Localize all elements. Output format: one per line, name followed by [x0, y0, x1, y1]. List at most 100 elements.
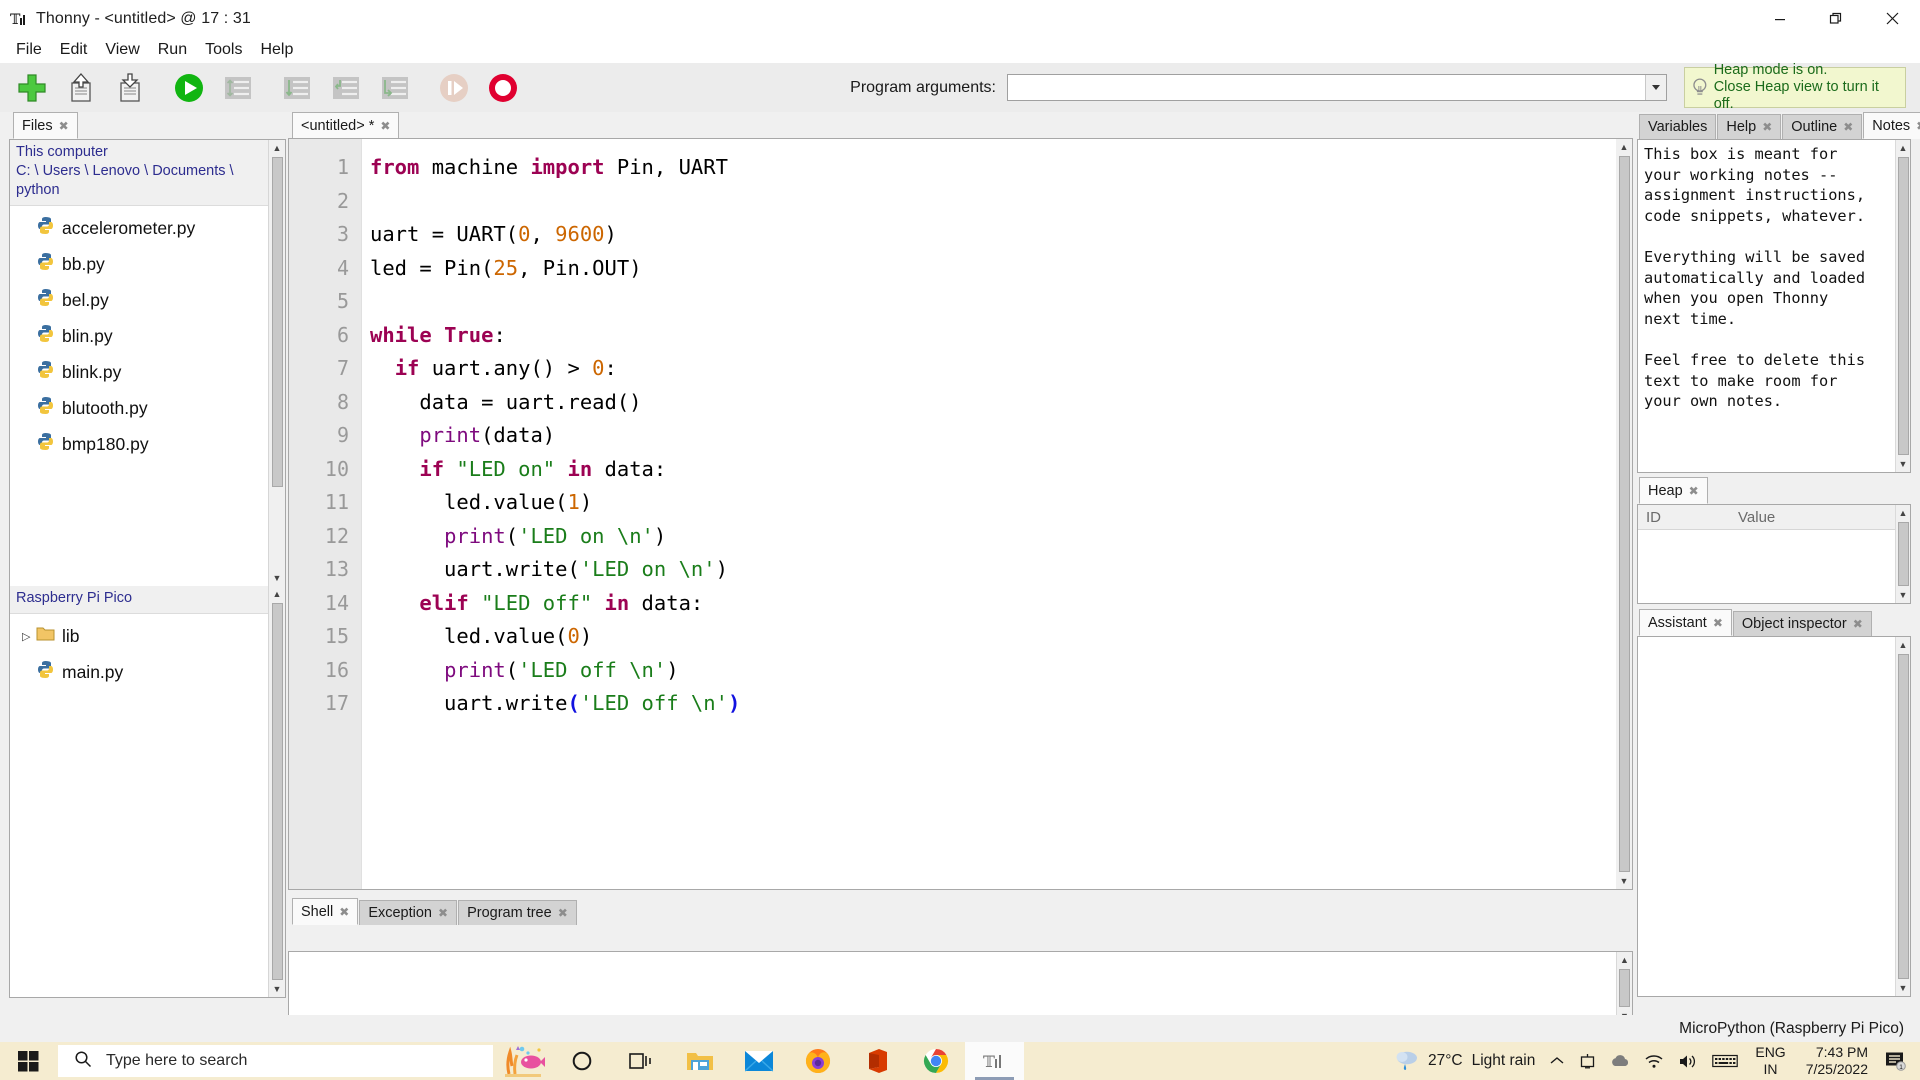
cloud-icon[interactable]: [1603, 1042, 1637, 1080]
scroll-up-icon[interactable]: ▲: [1895, 505, 1911, 521]
scroll-up-icon[interactable]: ▲: [269, 586, 286, 602]
tab-heap[interactable]: Heap ✖: [1639, 477, 1708, 504]
program-arguments-combobox[interactable]: [1007, 74, 1667, 101]
mail-icon[interactable]: [729, 1042, 788, 1080]
chrome-icon[interactable]: [906, 1042, 965, 1080]
step-into-button[interactable]: [326, 68, 366, 108]
shell-scrollbar[interactable]: ▲ ▼: [1616, 952, 1632, 1024]
code-editor[interactable]: 1 2 3 4 5 6 7 8 9 10 11 12 13 14 15 16 1: [288, 138, 1633, 890]
office-icon[interactable]: [847, 1042, 906, 1080]
file-explorer-icon[interactable]: [670, 1042, 729, 1080]
close-icon[interactable]: ✖: [339, 905, 349, 919]
thonny-taskbar-icon[interactable]: 𝕋: [965, 1042, 1024, 1080]
stop-button[interactable]: [483, 68, 523, 108]
tab-assistant[interactable]: Assistant ✖: [1639, 609, 1732, 636]
menu-view[interactable]: View: [96, 39, 148, 61]
list-item[interactable]: blin.py: [10, 318, 285, 354]
close-icon[interactable]: ✖: [59, 119, 69, 133]
tab-notes[interactable]: Notes ✖: [1863, 112, 1920, 139]
scroll-up-icon[interactable]: ▲: [1616, 139, 1633, 155]
maximize-button[interactable]: [1808, 0, 1864, 37]
scroll-down-icon[interactable]: ▼: [1895, 456, 1911, 472]
interpreter-status[interactable]: MicroPython (Raspberry Pi Pico): [1679, 1020, 1904, 1038]
chevron-right-icon[interactable]: ▷: [22, 630, 36, 643]
volume-icon[interactable]: [1671, 1042, 1705, 1080]
scroll-down-icon[interactable]: ▼: [269, 981, 286, 997]
list-item[interactable]: main.py: [10, 654, 285, 690]
tab-program-tree[interactable]: Program tree ✖: [458, 900, 577, 925]
menu-run[interactable]: Run: [149, 39, 196, 61]
list-item[interactable]: bb.py: [10, 246, 285, 282]
menu-file[interactable]: File: [7, 39, 51, 61]
scroll-down-icon[interactable]: ▼: [1895, 980, 1911, 996]
debug-button[interactable]: [218, 68, 258, 108]
notes-text[interactable]: This box is meant for your working notes…: [1638, 140, 1910, 416]
scroll-up-icon[interactable]: ▲: [1616, 952, 1633, 968]
tab-untitled[interactable]: <untitled> * ✖: [292, 112, 400, 139]
step-out-button[interactable]: [375, 68, 415, 108]
chevron-up-icon[interactable]: [1542, 1042, 1572, 1080]
tab-outline[interactable]: Outline ✖: [1782, 114, 1863, 139]
scroll-down-icon[interactable]: ▼: [269, 570, 286, 586]
scrollbar-thumb[interactable]: [1618, 156, 1630, 872]
menu-help[interactable]: Help: [251, 39, 302, 61]
new-file-button[interactable]: [12, 68, 52, 108]
tab-help[interactable]: Help ✖: [1717, 114, 1782, 139]
assistant-body[interactable]: ▲ ▼: [1637, 636, 1911, 997]
assistant-scrollbar[interactable]: ▲ ▼: [1895, 637, 1910, 996]
scrollbar-thumb[interactable]: [1897, 522, 1909, 586]
program-arguments-dropdown-button[interactable]: [1645, 75, 1666, 100]
notes-body[interactable]: This box is meant for your working notes…: [1637, 139, 1911, 473]
windows-start-icon[interactable]: [0, 1042, 57, 1080]
cortana-icon[interactable]: [552, 1042, 611, 1080]
close-icon[interactable]: ✖: [1689, 484, 1699, 498]
open-file-button[interactable]: [61, 68, 101, 108]
keyboard-icon[interactable]: [1705, 1042, 1745, 1080]
run-button[interactable]: [169, 68, 209, 108]
wifi-icon[interactable]: [1637, 1042, 1671, 1080]
menu-edit[interactable]: Edit: [51, 39, 97, 61]
editor-scrollbar[interactable]: ▲ ▼: [1616, 139, 1632, 889]
close-icon[interactable]: ✖: [1843, 120, 1853, 134]
close-icon[interactable]: ✖: [1762, 120, 1772, 134]
notes-scrollbar[interactable]: ▲ ▼: [1895, 140, 1910, 472]
close-icon[interactable]: ✖: [438, 906, 448, 920]
close-icon[interactable]: ✖: [1916, 119, 1920, 133]
tab-object-inspector[interactable]: Object inspector ✖: [1732, 611, 1872, 636]
close-button[interactable]: [1864, 0, 1920, 37]
list-item[interactable]: accelerometer.py: [10, 210, 285, 246]
fish-aquarium-icon[interactable]: [493, 1042, 552, 1080]
list-item[interactable]: ▷ lib: [10, 618, 285, 654]
scroll-up-icon[interactable]: ▲: [1895, 637, 1911, 653]
tab-exception[interactable]: Exception ✖: [359, 900, 458, 925]
close-icon[interactable]: ✖: [1853, 617, 1863, 631]
save-file-button[interactable]: [110, 68, 150, 108]
search-input[interactable]: Type here to search: [58, 1045, 493, 1077]
scroll-down-icon[interactable]: ▼: [1616, 873, 1633, 889]
tab-variables[interactable]: Variables: [1639, 114, 1717, 139]
this-computer-scrollbar[interactable]: ▲ ▼: [268, 140, 285, 586]
step-over-button[interactable]: [277, 68, 317, 108]
scroll-up-icon[interactable]: ▲: [1895, 140, 1911, 156]
notification-center-button[interactable]: 1: [1878, 1042, 1914, 1080]
heap-scrollbar[interactable]: ▲ ▼: [1895, 505, 1910, 603]
code-text-area[interactable]: from machine import Pin, UART uart = UAR…: [362, 139, 1632, 889]
scrollbar-thumb[interactable]: [1897, 654, 1909, 979]
scroll-down-icon[interactable]: ▼: [1895, 587, 1911, 603]
scroll-up-icon[interactable]: ▲: [269, 140, 286, 156]
list-item[interactable]: blutooth.py: [10, 390, 285, 426]
scrollbar-thumb[interactable]: [1897, 157, 1909, 455]
minimize-button[interactable]: [1752, 0, 1808, 37]
firefox-icon[interactable]: [788, 1042, 847, 1080]
tab-files[interactable]: Files ✖: [13, 112, 78, 139]
tab-shell[interactable]: Shell ✖: [292, 898, 359, 925]
list-item[interactable]: blink.py: [10, 354, 285, 390]
close-icon[interactable]: ✖: [1713, 616, 1723, 630]
shell-console[interactable]: Type "help()" for more information. >>> …: [288, 951, 1633, 1053]
list-item[interactable]: bel.py: [10, 282, 285, 318]
scrollbar-thumb[interactable]: [271, 157, 283, 487]
clock[interactable]: 7:43 PM 7/25/2022: [1796, 1044, 1878, 1078]
weather-widget[interactable]: 27°C Light rain: [1387, 1042, 1542, 1080]
device-scrollbar[interactable]: ▲ ▼: [268, 586, 285, 997]
language-indicator[interactable]: ENG IN: [1745, 1044, 1795, 1078]
